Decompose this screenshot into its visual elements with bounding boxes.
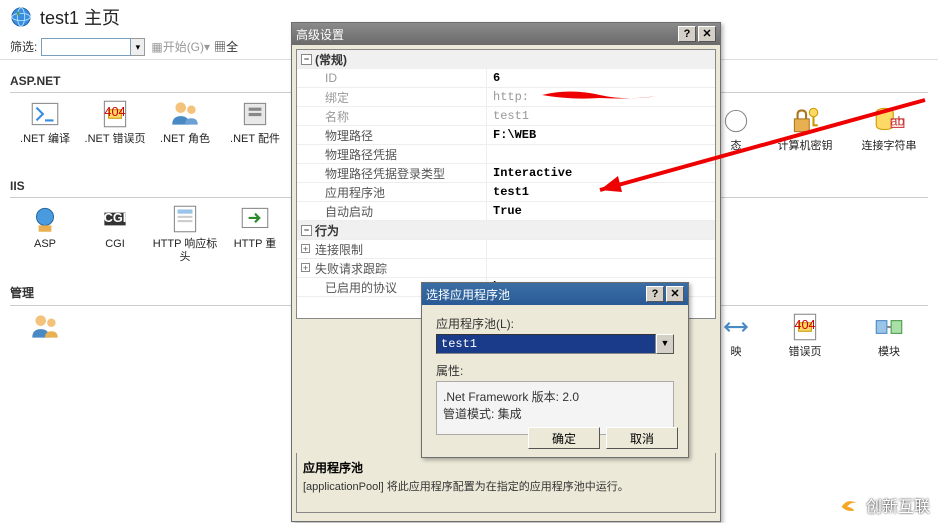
redaction-mark bbox=[540, 86, 670, 104]
asp-icon bbox=[28, 202, 62, 236]
prop-failreq-name[interactable]: +失败请求跟踪 bbox=[297, 259, 487, 277]
select-dialog-titlebar[interactable]: 选择应用程序池 ? ✕ bbox=[422, 283, 688, 305]
prop-autostart-val[interactable]: True bbox=[487, 202, 715, 220]
prop-id-name: ID bbox=[297, 69, 487, 87]
redirect-icon bbox=[238, 202, 272, 236]
desc-title: 应用程序池 bbox=[303, 459, 709, 476]
filter-label: 筛选: bbox=[10, 38, 37, 55]
ok-button[interactable]: 确定 bbox=[528, 427, 600, 449]
headers-icon bbox=[168, 202, 202, 236]
category-general[interactable]: (常规) bbox=[297, 50, 715, 69]
prop-connlimit-val[interactable] bbox=[487, 240, 715, 258]
select-dialog-title: 选择应用程序池 bbox=[426, 286, 510, 303]
prop-path-val[interactable]: F:\WEB bbox=[487, 126, 715, 144]
assemblies-icon bbox=[238, 97, 272, 131]
machine-key-icon bbox=[788, 104, 822, 138]
apppool-combobox[interactable]: test1 ▼ bbox=[436, 334, 674, 354]
prop-cred-val[interactable] bbox=[487, 145, 715, 163]
dialog-titlebar[interactable]: 高级设置 ? ✕ bbox=[292, 23, 720, 45]
icon-net-error[interactable]: 404.NET 错误页 bbox=[80, 93, 150, 169]
svg-text:404: 404 bbox=[794, 317, 815, 332]
svg-text:404: 404 bbox=[104, 104, 125, 119]
filter-go[interactable]: ▦ 开始(G) ▾ bbox=[151, 38, 210, 55]
error-page-icon: 404 bbox=[98, 97, 132, 131]
status-icon bbox=[719, 104, 753, 138]
icon-net-roles[interactable]: .NET 角色 bbox=[150, 93, 220, 169]
icon-status-partial[interactable]: 态 bbox=[716, 100, 756, 176]
icon-mapping-partial[interactable]: 映 bbox=[716, 306, 756, 382]
dialog-title-text: 高级设置 bbox=[296, 26, 344, 43]
prop-connlimit-name[interactable]: +连接限制 bbox=[297, 240, 487, 258]
prop-path-name: 物理路径 bbox=[297, 126, 487, 144]
apppool-combo-value: test1 bbox=[436, 334, 656, 354]
property-description: 应用程序池 [applicationPool] 将此应用程序配置为在指定的应用程… bbox=[296, 453, 716, 513]
icon-asp[interactable]: ASP bbox=[10, 198, 80, 274]
close-button[interactable]: ✕ bbox=[698, 26, 716, 42]
mgmt-icon bbox=[28, 310, 62, 344]
prop-name-val[interactable]: test1 bbox=[487, 107, 715, 125]
props-label: 属性: bbox=[436, 362, 674, 379]
roles-icon bbox=[168, 97, 202, 131]
svg-text:CGI: CGI bbox=[104, 210, 127, 225]
icon-machine-key[interactable]: 计算机密钥 bbox=[770, 100, 840, 176]
cgi-icon: CGI bbox=[98, 202, 132, 236]
help-button[interactable]: ? bbox=[678, 26, 696, 42]
prop-apppool-name: 应用程序池 bbox=[297, 183, 487, 201]
icon-net-compile[interactable]: .NET 编译 bbox=[10, 93, 80, 169]
apppool-label: 应用程序池(L): bbox=[436, 315, 674, 332]
prop-logon-name: 物理路径凭据登录类型 bbox=[297, 164, 487, 182]
category-behavior[interactable]: 行为 bbox=[297, 221, 715, 240]
filter-input[interactable] bbox=[41, 38, 131, 56]
prop-failreq-val[interactable] bbox=[487, 259, 715, 277]
filter-dropdown-button[interactable]: ▾ bbox=[131, 38, 145, 56]
select-help-button[interactable]: ? bbox=[646, 286, 664, 302]
svg-text:ab: ab bbox=[890, 113, 904, 128]
compile-icon bbox=[28, 97, 62, 131]
conn-string-icon: ab bbox=[872, 104, 906, 138]
error-pages-icon: 404 bbox=[788, 310, 822, 344]
prop-logon-val[interactable]: Interactive bbox=[487, 164, 715, 182]
select-close-button[interactable]: ✕ bbox=[666, 286, 684, 302]
cancel-button[interactable]: 取消 bbox=[606, 427, 678, 449]
prop-cred-name: 物理路径凭据 bbox=[297, 145, 487, 163]
desc-text: [applicationPool] 将此应用程序配置为在指定的应用程序池中运行。 bbox=[303, 478, 709, 494]
props-line2: 管道模式: 集成 bbox=[443, 405, 667, 422]
prop-binding-name: 绑定 bbox=[297, 88, 487, 106]
icon-error-pages2[interactable]: 404错误页 bbox=[770, 306, 840, 382]
select-apppool-dialog: 选择应用程序池 ? ✕ 应用程序池(L): test1 ▼ 属性: .Net F… bbox=[421, 282, 689, 458]
watermark-text: 创新互联 bbox=[866, 493, 930, 517]
props-line1: .Net Framework 版本: 2.0 bbox=[443, 388, 667, 405]
filter-show-all[interactable]: ▦全 bbox=[214, 38, 238, 55]
watermark: 创新互联 bbox=[838, 493, 930, 517]
prop-id-val[interactable]: 6 bbox=[487, 69, 715, 87]
watermark-logo-icon bbox=[838, 494, 860, 516]
globe-icon bbox=[10, 6, 32, 28]
prop-autostart-name: 自动启动 bbox=[297, 202, 487, 220]
modules-icon bbox=[872, 310, 906, 344]
prop-name-name: 名称 bbox=[297, 107, 487, 125]
icon-mgmt-item[interactable] bbox=[10, 306, 80, 382]
page-title: test1 主页 bbox=[40, 4, 120, 30]
icon-http-headers[interactable]: HTTP 响应标头 bbox=[150, 198, 220, 274]
prop-apppool-val[interactable]: test1 bbox=[487, 183, 715, 201]
icon-http-redirect[interactable]: HTTP 重 bbox=[220, 198, 290, 274]
icon-modules[interactable]: 模块 bbox=[854, 306, 924, 382]
icon-cgi[interactable]: CGICGI bbox=[80, 198, 150, 274]
right-column: 态 计算机密钥 ab连接字符串 映 404错误页 模块 bbox=[716, 100, 924, 382]
mapping-icon bbox=[719, 310, 753, 344]
icon-conn-strings[interactable]: ab连接字符串 bbox=[854, 100, 924, 176]
icon-net-assemblies[interactable]: .NET 配件 bbox=[220, 93, 290, 169]
combo-dropdown-button[interactable]: ▼ bbox=[656, 334, 674, 354]
